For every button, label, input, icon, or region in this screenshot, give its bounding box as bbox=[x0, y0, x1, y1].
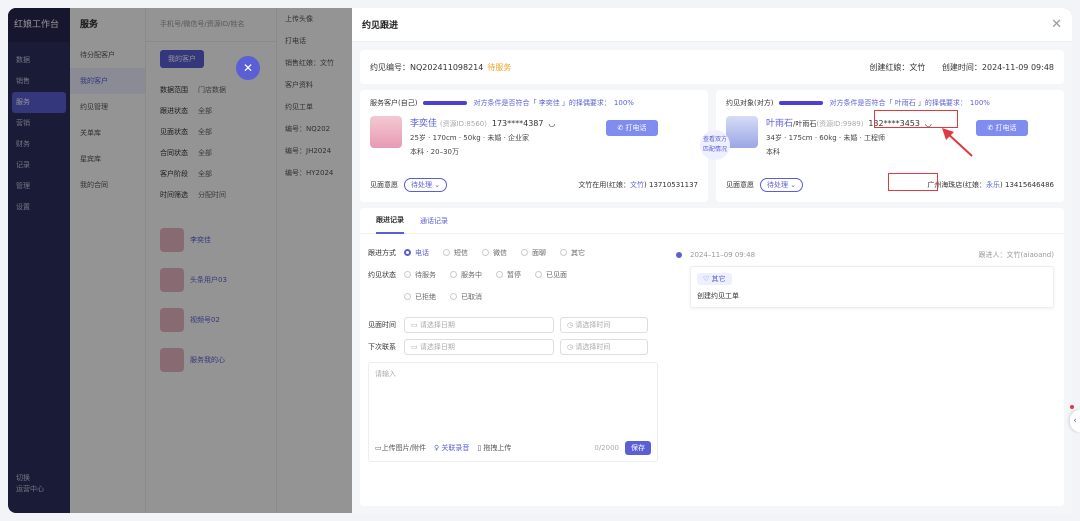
radio-label: 已见面 bbox=[546, 270, 567, 279]
radio-label: 已取消 bbox=[461, 292, 482, 301]
close-fab-button[interactable]: ✕ bbox=[236, 56, 260, 80]
upload-button[interactable]: ▭上传图片/附件 bbox=[375, 443, 426, 453]
client-name[interactable]: 李奕佳 bbox=[410, 119, 437, 129]
timeline-text: 创建约见工单 bbox=[697, 292, 739, 300]
meet-date-input[interactable]: ▭ 请选择日期 bbox=[404, 317, 554, 333]
target-resource-id: (资源ID:9989) bbox=[816, 120, 864, 128]
client-store: 文竹在用(红娘：文竹) 13710531137 bbox=[578, 181, 698, 189]
match-text: 对方条件是否符合「 李奕佳 」的择偶要求： bbox=[473, 99, 611, 107]
timeline: 2024–11–09 09:48 跟进人：文竹(aiaoand) ♡ 其它 创建… bbox=[676, 250, 1054, 308]
intent-select[interactable]: 待处理 ⌄ bbox=[760, 178, 804, 192]
target-detail-2: 本科 bbox=[766, 148, 780, 156]
client-card-head: 服务客户(自己) bbox=[370, 99, 418, 107]
timeline-by: 跟进人：文竹(aiaoand) bbox=[978, 251, 1054, 259]
arrow-icon bbox=[942, 128, 973, 157]
timeline-time: 2024–11–09 09:48 bbox=[690, 251, 756, 259]
radio-label: 短信 bbox=[454, 248, 468, 257]
view-match-button[interactable]: 查看双方 匹配情况 bbox=[700, 130, 730, 160]
radio-label: 微信 bbox=[493, 248, 507, 257]
status-radio[interactable]: 待服务 bbox=[404, 270, 436, 280]
target-alias: /叶雨石 bbox=[793, 120, 817, 128]
status-badge: 待服务 bbox=[487, 62, 512, 72]
status-label: 约见状态 bbox=[368, 271, 396, 279]
status-radio[interactable]: 暂停 bbox=[496, 270, 521, 280]
created-time: 创建时间：2024-11-09 09:48 bbox=[941, 62, 1054, 72]
tag-badge: ♡ 其它 bbox=[697, 273, 732, 285]
creator: 创建红娘：文竹 bbox=[869, 62, 926, 72]
target-card-head: 约见对象(对方) bbox=[726, 99, 774, 107]
radio-label: 暂停 bbox=[507, 270, 521, 279]
highlight-box bbox=[888, 173, 938, 191]
radio-label: 待服务 bbox=[415, 270, 436, 279]
note-textarea[interactable]: 请输入 ▭上传图片/附件 ♀ 关联录音 ▯ 拖拽上传 0/2000 保存 bbox=[368, 362, 658, 462]
eye-icon[interactable]: ◡ bbox=[548, 119, 555, 128]
client-card: 服务客户(自己) 对方条件是否符合「 李奕佳 」的择偶要求： 100% 李奕佳 … bbox=[360, 90, 708, 202]
follow-section: 跟进记录 通话记录 跟进方式 电话 短信 微信 面聊 其它 约见状态 待服务 服务中 暂停已… bbox=[360, 208, 1064, 506]
matchmaker-link[interactable]: 永乐 bbox=[986, 181, 1000, 189]
char-count: 0/2000 bbox=[594, 444, 619, 452]
meet-time-label: 见面时间 bbox=[368, 321, 396, 329]
highlight-box bbox=[874, 110, 958, 128]
method-label: 跟进方式 bbox=[368, 249, 396, 257]
save-button[interactable]: 保存 bbox=[625, 441, 651, 455]
close-icon[interactable]: ✕ bbox=[1051, 17, 1062, 32]
status-radio[interactable]: 服务中 bbox=[450, 270, 482, 280]
target-card: 约见对象(对方) 对方条件是否符合「 叶雨石 」的择偶要求： 100% 叶雨石/… bbox=[716, 90, 1064, 202]
match-bar bbox=[423, 101, 468, 105]
tab-follow-records[interactable]: 跟进记录 bbox=[376, 208, 404, 234]
intent-label: 见面意愿 bbox=[370, 181, 398, 189]
drag-upload[interactable]: ▯ 拖拽上传 bbox=[477, 443, 511, 453]
method-radio[interactable]: 微信 bbox=[482, 248, 507, 258]
tab-call-records[interactable]: 通话记录 bbox=[420, 209, 448, 233]
meet-time-input[interactable]: ◷ 请选择时间 bbox=[560, 317, 648, 333]
client-detail-1: 25岁 · 170cm · 50kg · 未婚 · 企业家 bbox=[410, 134, 530, 142]
status-radio[interactable]: 已见面 bbox=[535, 270, 567, 280]
appointment-info-bar: 约见编号：NQ202411098214 待服务 创建红娘：文竹 创建时间：2024… bbox=[360, 50, 1064, 84]
method-radio[interactable]: 短信 bbox=[443, 248, 468, 258]
record-link[interactable]: ♀ 关联录音 bbox=[434, 443, 469, 453]
notification-dot bbox=[1070, 405, 1074, 409]
status-radio[interactable]: 已取消 bbox=[450, 292, 482, 302]
call-button[interactable]: ✆ 打电话 bbox=[606, 120, 658, 136]
drawer-title: 约见跟进 bbox=[362, 21, 399, 31]
next-time-input[interactable]: ◷ 请选择时间 bbox=[560, 339, 648, 355]
client-resource-id: (资源ID:8560) bbox=[439, 120, 487, 128]
next-date-input[interactable]: ▭ 请选择日期 bbox=[404, 339, 554, 355]
method-radio[interactable]: 面聊 bbox=[521, 248, 546, 258]
method-radio[interactable]: 其它 bbox=[560, 248, 585, 258]
next-contact-label: 下次联系 bbox=[368, 343, 396, 351]
match-text: 对方条件是否符合「 叶雨石 」的择偶要求： bbox=[829, 99, 967, 107]
avatar bbox=[370, 116, 402, 148]
target-store: 广州海珠店(红娘：永乐) 13415646486 bbox=[927, 181, 1054, 189]
radio-label: 面聊 bbox=[532, 248, 546, 257]
match-bar bbox=[779, 101, 824, 105]
timeline-dot bbox=[676, 252, 682, 258]
client-phone: 173****4387 bbox=[491, 119, 544, 128]
follow-up-drawer: 约见跟进 ✕ 约见编号：NQ202411098214 待服务 创建红娘：文竹 创建… bbox=[352, 8, 1072, 513]
match-percent: 100% bbox=[613, 99, 634, 107]
radio-label: 服务中 bbox=[461, 270, 482, 279]
call-button[interactable]: ✆ 打电话 bbox=[976, 120, 1028, 136]
follow-form: 跟进方式 电话 短信 微信 面聊 其它 约见状态 待服务 服务中 暂停 已见面 已拒绝 已取消 … bbox=[368, 242, 658, 462]
radio-label: 已拒绝 bbox=[415, 292, 436, 301]
match-percent: 100% bbox=[969, 99, 990, 107]
radio-label: 其它 bbox=[571, 248, 585, 257]
target-detail-1: 34岁 · 175cm · 60kg · 未婚 · 工程师 bbox=[766, 134, 886, 142]
timeline-card: ♡ 其它 创建约见工单 bbox=[690, 266, 1054, 308]
method-radio[interactable]: 电话 bbox=[404, 248, 429, 258]
client-detail-2: 本科 · 20–30万 bbox=[410, 148, 459, 156]
intent-label: 见面意愿 bbox=[726, 181, 754, 189]
matchmaker-link[interactable]: 文竹 bbox=[630, 181, 644, 189]
intent-select[interactable]: 待处理 ⌄ bbox=[404, 178, 448, 192]
appointment-id: 约见编号：NQ202411098214 bbox=[370, 62, 484, 72]
radio-label: 电话 bbox=[415, 248, 429, 257]
match-section: 服务客户(自己) 对方条件是否符合「 李奕佳 」的择偶要求： 100% 李奕佳 … bbox=[360, 90, 1064, 202]
avatar bbox=[726, 116, 758, 148]
target-name[interactable]: 叶雨石 bbox=[766, 119, 793, 129]
status-radio[interactable]: 已拒绝 bbox=[404, 292, 436, 302]
